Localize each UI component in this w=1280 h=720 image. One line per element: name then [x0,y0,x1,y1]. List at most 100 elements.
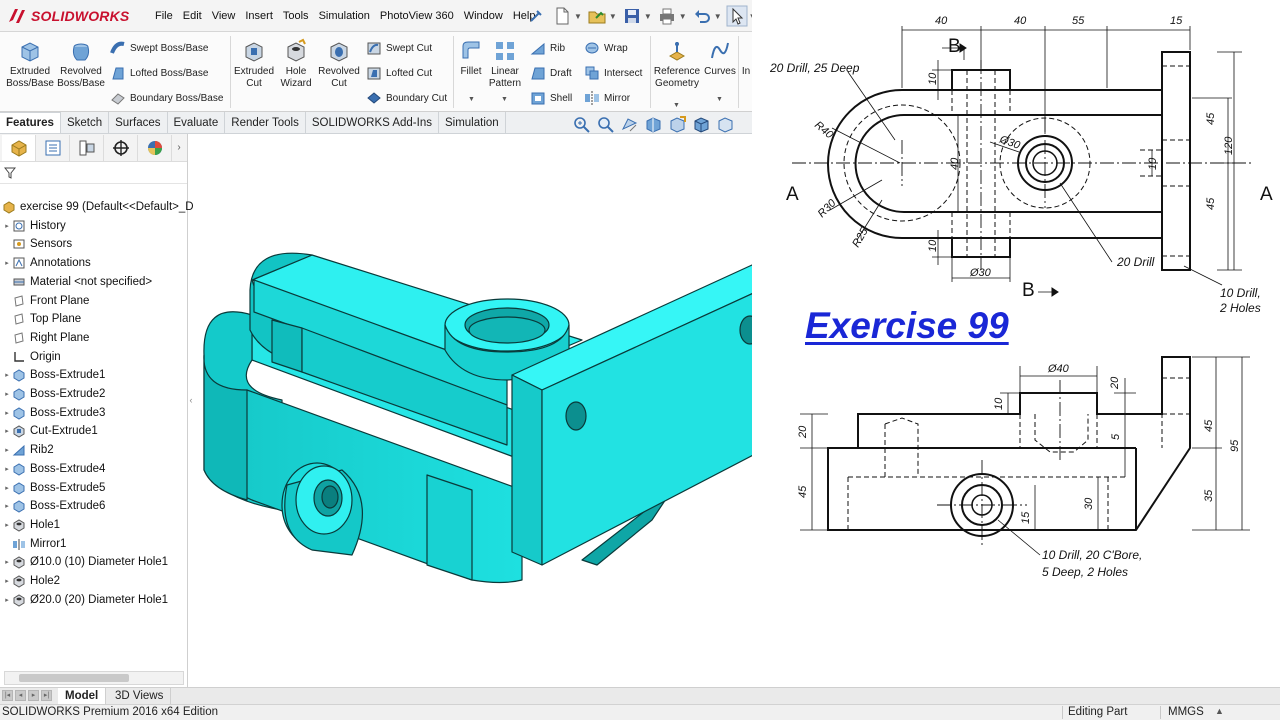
tab-model[interactable]: Model [58,688,107,704]
revolved-cut-button[interactable]: Revolved Cut [313,38,365,90]
menu-edit[interactable]: Edit [178,10,207,22]
tree-item-hole2[interactable]: ▸ Hole2 [2,572,60,590]
model-part[interactable] [203,252,783,584]
pattern-dropdown-icon[interactable]: ▼ [501,96,508,103]
tree-item-sensors[interactable]: Sensors [2,235,72,253]
tab-evaluate[interactable]: Evaluate [168,112,226,133]
tree-scroll-thumb[interactable] [19,674,129,682]
tree-item-mirror1[interactable]: Mirror1 [2,535,66,553]
tree-item-origin[interactable]: Origin [2,348,61,366]
expand-arrow-icon[interactable]: ▸ [2,222,12,230]
menu-window[interactable]: Window [459,10,508,22]
expand-arrow-icon[interactable]: ▸ [2,259,12,267]
tree-item-material-not-specified[interactable]: Material <not specified> [2,273,152,291]
tree-item-front-plane[interactable]: Front Plane [2,292,89,310]
last-tab-icon[interactable]: ▸| [41,690,52,701]
shell-button[interactable]: Shell [530,88,572,108]
curves-button[interactable]: Curves [702,38,738,78]
revolved-boss-button[interactable]: Revolved Boss/Base [55,38,107,90]
new-document-icon[interactable] [551,5,573,27]
zoom-area-icon[interactable] [596,115,615,134]
units-dropdown-icon[interactable]: ▲ [1215,706,1224,716]
expand-arrow-icon[interactable]: ▸ [2,558,12,566]
property-manager-tab[interactable] [36,134,70,161]
tree-item-cut-extrude1[interactable]: ▸ Cut-Extrude1 [2,422,98,440]
tree-item-20-0-20-diameter-hole1[interactable]: ▸ Ø20.0 (20) Diameter Hole1 [2,591,168,609]
view-orientation-icon[interactable] [668,115,687,134]
feature-tree-tab[interactable] [2,134,36,161]
expand-arrow-icon[interactable]: ▸ [2,465,12,473]
tree-root-part[interactable]: exercise 99 (Default<<Default>_D [2,198,194,216]
mirror-button[interactable]: Mirror [584,88,630,108]
select-arrow-icon[interactable] [726,5,748,27]
tree-item-history[interactable]: ▸ History [2,217,66,235]
graphics-area[interactable] [192,140,792,685]
undo-dropdown-icon[interactable]: ▼ [714,12,722,21]
tree-item-hole1[interactable]: ▸ Hole1 [2,516,60,534]
expand-arrow-icon[interactable]: ▸ [2,484,12,492]
expand-arrow-icon[interactable]: ▸ [2,521,12,529]
tree-item-boss-extrude6[interactable]: ▸ Boss-Extrude6 [2,497,105,515]
tree-item-boss-extrude1[interactable]: ▸ Boss-Extrude1 [2,366,105,384]
wrap-button[interactable]: Wrap [584,38,628,58]
tab-surfaces[interactable]: Surfaces [109,112,168,133]
reference-dropdown-icon[interactable]: ▼ [673,102,680,109]
intersect-button[interactable]: Intersect [584,63,642,83]
tab-features[interactable]: Features [0,112,61,133]
expand-arrow-icon[interactable]: ▸ [2,390,12,398]
print-icon[interactable] [656,5,678,27]
display-manager-tab[interactable] [138,134,172,161]
zoom-to-fit-icon[interactable] [572,115,591,134]
pin-icon[interactable] [525,5,547,27]
tab-3d-views[interactable]: 3D Views [108,688,172,704]
tab-addins[interactable]: SOLIDWORKS Add-Ins [306,112,439,133]
tab-sketch[interactable]: Sketch [61,112,110,133]
tree-item-boss-extrude4[interactable]: ▸ Boss-Extrude4 [2,460,105,478]
status-units[interactable]: MMGS [1168,706,1204,718]
display-style-icon[interactable] [692,115,711,134]
more-tabs-icon[interactable]: › [172,142,186,153]
menu-photoview[interactable]: PhotoView 360 [375,10,459,22]
lofted-cut-button[interactable]: Lofted Cut [366,63,432,83]
hide-show-items-icon[interactable] [716,115,735,134]
swept-cut-button[interactable]: Swept Cut [366,38,432,58]
tab-render-tools[interactable]: Render Tools [225,112,306,133]
swept-boss-button[interactable]: Swept Boss/Base [110,38,208,58]
tree-item-top-plane[interactable]: Top Plane [2,310,81,328]
tree-filter[interactable] [0,162,187,184]
tree-item-boss-extrude5[interactable]: ▸ Boss-Extrude5 [2,479,105,497]
expand-arrow-icon[interactable]: ▸ [2,409,12,417]
expand-arrow-icon[interactable]: ▸ [2,596,12,604]
configuration-manager-tab[interactable] [70,134,104,161]
extruded-boss-button[interactable]: Extruded Boss/Base [4,38,56,90]
section-view-icon[interactable] [644,115,663,134]
tab-simulation[interactable]: Simulation [439,112,506,133]
tree-item-10-0-10-diameter-hole1[interactable]: ▸ Ø10.0 (10) Diameter Hole1 [2,553,168,571]
first-tab-icon[interactable]: |◂ [2,690,13,701]
tree-item-boss-extrude2[interactable]: ▸ Boss-Extrude2 [2,385,105,403]
menu-tools[interactable]: Tools [278,10,314,22]
tree-item-right-plane[interactable]: Right Plane [2,329,89,347]
expand-arrow-icon[interactable]: ▸ [2,427,12,435]
menu-file[interactable]: File [150,10,178,22]
print-dropdown-icon[interactable]: ▼ [679,12,687,21]
previous-view-icon[interactable] [620,115,639,134]
expand-arrow-icon[interactable]: ▸ [2,446,12,454]
open-folder-icon[interactable] [586,5,608,27]
menu-insert[interactable]: Insert [240,10,278,22]
expand-arrow-icon[interactable]: ▸ [2,577,12,585]
reference-geometry-button[interactable]: Reference Geometry [650,38,704,90]
dimxpert-manager-tab[interactable] [104,134,138,161]
linear-pattern-button[interactable]: Linear Pattern [485,38,525,90]
instant3d-button[interactable]: In [740,66,752,78]
curves-dropdown-icon[interactable]: ▼ [716,96,723,103]
prev-tab-icon[interactable]: ◂ [15,690,26,701]
filter-icon[interactable] [4,167,16,179]
save-dropdown-icon[interactable]: ▼ [644,12,652,21]
expand-arrow-icon[interactable]: ▸ [2,371,12,379]
open-dropdown-icon[interactable]: ▼ [609,12,617,21]
rib-button[interactable]: Rib [530,38,565,58]
save-icon[interactable] [621,5,643,27]
expand-arrow-icon[interactable]: ▸ [2,502,12,510]
tree-item-boss-extrude3[interactable]: ▸ Boss-Extrude3 [2,404,105,422]
